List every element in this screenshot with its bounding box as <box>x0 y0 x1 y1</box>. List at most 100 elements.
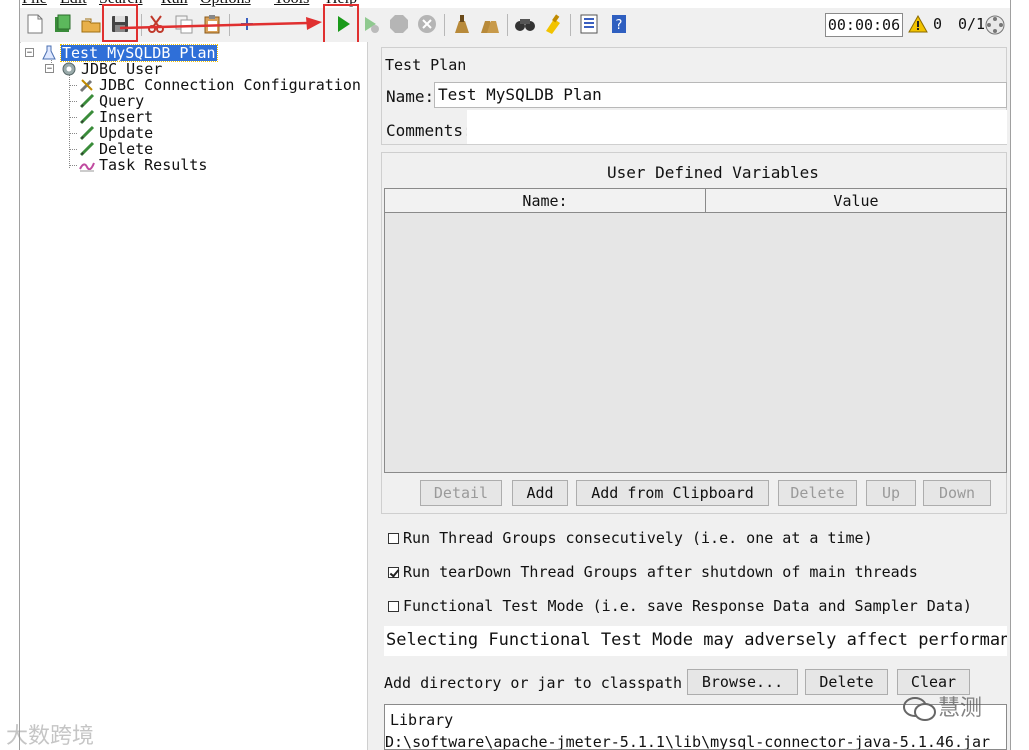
window-left-border <box>19 0 20 750</box>
teardown-on-shutdown-checkbox[interactable]: Run tearDown Thread Groups after shutdow… <box>388 563 918 581</box>
function-helper-icon[interactable] <box>578 13 600 35</box>
checkbox-label: Run tearDown Thread Groups after shutdow… <box>403 563 918 581</box>
watermark-left: 大数跨境 <box>6 724 95 749</box>
menu-bar: File Edit Search Run Options Tools Help <box>20 0 1009 8</box>
tree-connector <box>69 117 77 118</box>
tree-node-label: Delete <box>99 140 154 158</box>
name-label: Name: <box>386 87 435 106</box>
checkbox-box[interactable] <box>388 566 399 578</box>
panel-title: Test Plan <box>385 56 467 74</box>
down-button[interactable]: Down <box>923 480 991 506</box>
remote-status-icon <box>984 14 1006 40</box>
up-button[interactable]: Up <box>866 480 916 506</box>
sampler-icon <box>79 125 95 141</box>
checkbox-box[interactable] <box>388 532 399 544</box>
tree-node-label: Insert <box>99 108 154 126</box>
toolbar-separator <box>507 14 508 36</box>
sampler-icon <box>79 141 95 157</box>
detail-button[interactable]: Detail <box>420 480 502 506</box>
watermark-right-text: 慧测 <box>938 696 983 721</box>
tree-connector <box>69 149 77 150</box>
menu-edit[interactable]: Edit <box>60 0 87 8</box>
thread-group-icon <box>61 61 77 77</box>
clear-all-icon[interactable] <box>478 13 500 35</box>
window-right-border <box>1010 0 1011 750</box>
toolbar-separator <box>444 14 445 36</box>
comments-label: Comments: <box>386 121 473 140</box>
menu-tools[interactable]: Tools <box>274 0 309 8</box>
tree-node-query[interactable]: Query <box>79 93 144 109</box>
column-header-value[interactable]: Value <box>706 189 1006 213</box>
new-icon[interactable] <box>24 13 46 35</box>
tree-node-label: JDBC User <box>81 60 163 78</box>
menu-run[interactable]: Run <box>161 0 188 8</box>
warning-icon[interactable] <box>908 14 928 37</box>
delete-variable-button[interactable]: Delete <box>778 480 857 506</box>
search-icon[interactable] <box>514 13 536 35</box>
start-no-pauses-icon[interactable] <box>360 13 382 35</box>
tree-connector <box>69 165 77 166</box>
templates-icon[interactable] <box>52 13 74 35</box>
tree-node-delete[interactable]: Delete <box>79 141 153 157</box>
checkbox-box[interactable] <box>388 600 399 612</box>
tree-node-label: Query <box>99 92 145 110</box>
library-column-header: Library <box>390 711 454 729</box>
tree-node-jdbc-config[interactable]: JDBC Connection Configuration <box>79 77 361 93</box>
active-thread-count: 0/1 <box>958 15 986 33</box>
tree-node-test-plan[interactable]: Test MySQLDB Plan <box>41 44 218 62</box>
functional-mode-warning: Selecting Functional Test Mode may adver… <box>386 630 1007 650</box>
browse-button[interactable]: Browse... <box>687 669 798 695</box>
functional-mode-warning-box: Selecting Functional Test Mode may adver… <box>384 626 1007 656</box>
wechat-logo-icon <box>903 697 936 721</box>
svg-text:?: ? <box>616 18 623 33</box>
serialize-thread-groups-checkbox[interactable]: Run Thread Groups consecutively (i.e. on… <box>388 529 873 547</box>
reset-search-icon[interactable] <box>542 13 564 35</box>
listener-icon <box>79 157 95 173</box>
name-field[interactable]: Test MySQLDB Plan <box>434 82 1007 108</box>
functional-test-mode-checkbox[interactable]: Functional Test Mode (i.e. save Response… <box>388 597 972 615</box>
library-entry[interactable]: D:\software\apache-jmeter-5.1.1\lib\mysq… <box>385 733 990 749</box>
add-from-clipboard-button[interactable]: Add from Clipboard <box>576 480 769 506</box>
checkbox-label: Functional Test Mode (i.e. save Response… <box>403 597 972 615</box>
clear-icon[interactable] <box>450 13 472 35</box>
test-plan-icon <box>41 45 57 61</box>
tree-node-label: Test MySQLDB Plan <box>60 44 218 62</box>
config-element-icon <box>79 77 95 93</box>
collapse-toggle[interactable]: − <box>45 64 54 74</box>
add-button[interactable]: Add <box>512 480 568 506</box>
checkbox-label: Run Thread Groups consecutively (i.e. on… <box>403 529 873 547</box>
udv-title: User Defined Variables <box>607 163 819 182</box>
test-plan-panel: Test Plan Name: Test MySQLDB Plan Commen… <box>375 42 1010 750</box>
error-count: 0 <box>933 15 943 33</box>
column-header-name[interactable]: Name: <box>385 189 706 213</box>
start-highlight-box <box>323 4 359 44</box>
open-icon[interactable] <box>80 13 102 35</box>
tree-node-label: JDBC Connection Configuration <box>99 76 361 94</box>
delete-classpath-button[interactable]: Delete <box>805 669 888 695</box>
tree-connector <box>69 101 77 102</box>
tree-connector <box>69 74 70 168</box>
menu-options[interactable]: Options <box>200 0 251 8</box>
comments-field[interactable] <box>467 110 1007 144</box>
tree-node-task-results[interactable]: Task Results <box>79 157 207 173</box>
tree-node-label: Update <box>99 124 154 142</box>
tree-connector <box>69 133 77 134</box>
stop-icon <box>388 13 410 35</box>
menu-file[interactable]: File <box>22 0 47 8</box>
help-icon[interactable]: ? <box>608 13 630 35</box>
table-header: Name: Value <box>385 189 1006 213</box>
tree-connector <box>69 85 77 86</box>
user-defined-variables-table[interactable]: Name: Value <box>384 188 1007 473</box>
shutdown-icon <box>416 13 438 35</box>
tree-node-insert[interactable]: Insert <box>79 109 153 125</box>
watermark-right: 慧测 <box>902 690 982 722</box>
tree-node-update[interactable]: Update <box>79 125 153 141</box>
classpath-label: Add directory or jar to classpath <box>384 674 683 692</box>
test-plan-tree: − − Test MySQLDB Plan JDBC User JDBC Con… <box>21 42 367 750</box>
sampler-icon <box>79 93 95 109</box>
collapse-toggle[interactable]: − <box>25 48 34 58</box>
toolbar: ? 00:00:06 0 0/1 <box>20 4 1010 44</box>
tree-node-label: Task Results <box>99 156 208 174</box>
tree-node-thread-group[interactable]: JDBC User <box>61 61 162 77</box>
elapsed-timer: 00:00:06 <box>825 13 903 37</box>
